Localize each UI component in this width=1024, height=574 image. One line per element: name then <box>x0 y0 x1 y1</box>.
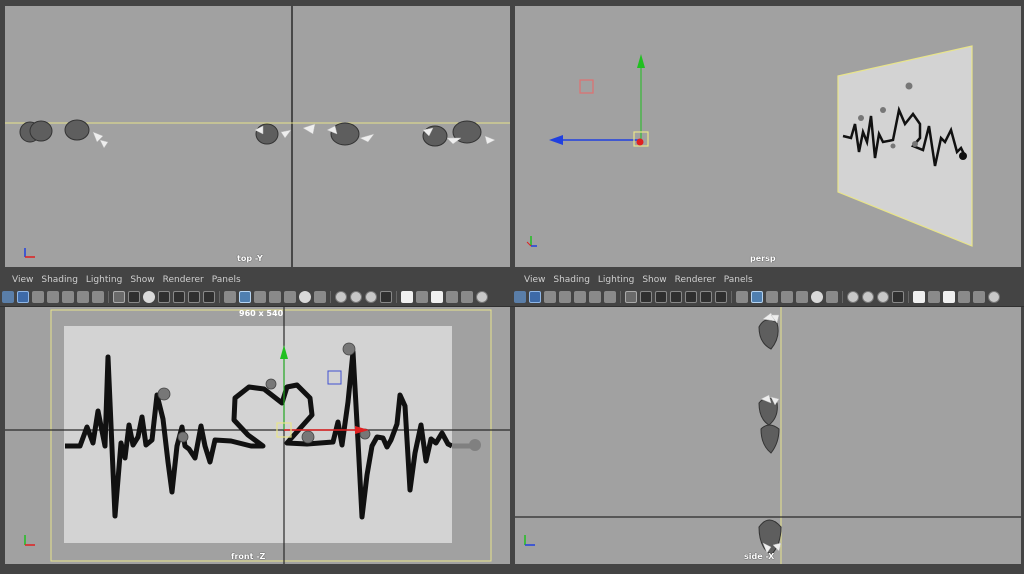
viewport-front-canvas <box>5 307 510 564</box>
bookmark-icon[interactable] <box>47 291 59 303</box>
viewport-side-canvas <box>515 307 1021 564</box>
texture-icon[interactable] <box>284 291 296 303</box>
menu-show[interactable]: Show <box>642 275 674 285</box>
film-gate-icon[interactable] <box>128 291 140 303</box>
safe-area-icon[interactable] <box>715 291 727 303</box>
viewport-label: side -X <box>744 552 775 561</box>
viewport-top[interactable]: top -Y <box>5 6 510 267</box>
menu-panels[interactable]: Panels <box>212 275 249 285</box>
grid-icon[interactable] <box>625 291 637 303</box>
safe-action-icon[interactable] <box>589 291 601 303</box>
xray-joints-icon[interactable] <box>416 291 428 303</box>
camera-attributes-icon[interactable] <box>62 291 74 303</box>
shadow-icon[interactable] <box>314 291 326 303</box>
anti-alias-icon[interactable] <box>365 291 377 303</box>
menu-lighting[interactable]: Lighting <box>86 275 130 285</box>
axis-gizmo <box>24 248 35 258</box>
viewport-persp[interactable]: persp <box>515 6 1021 267</box>
color-management-icon[interactable] <box>988 291 1000 303</box>
gamma-icon[interactable] <box>958 291 970 303</box>
axis-gizmo <box>526 236 537 247</box>
ambient-occlusion-icon[interactable] <box>335 291 347 303</box>
safe-action-icon[interactable] <box>77 291 89 303</box>
menu-show[interactable]: Show <box>130 275 162 285</box>
pan-zoom-icon[interactable] <box>92 291 104 303</box>
camera-icon[interactable] <box>2 291 14 303</box>
field-chart-icon[interactable] <box>173 291 185 303</box>
exposure-icon[interactable] <box>461 291 473 303</box>
viewport-label: front -Z <box>231 552 266 561</box>
viewport-side[interactable]: side -X <box>515 307 1021 564</box>
exposure-icon[interactable] <box>973 291 985 303</box>
resolution-gate-icon[interactable] <box>655 291 667 303</box>
film-gate-icon[interactable] <box>640 291 652 303</box>
ambient-occlusion-icon[interactable] <box>847 291 859 303</box>
wireframe-icon[interactable] <box>224 291 236 303</box>
wireframe-on-shaded-icon[interactable] <box>766 291 778 303</box>
camera-select-icon[interactable] <box>529 291 541 303</box>
lighting-icon[interactable] <box>811 291 823 303</box>
motion-blur-icon[interactable] <box>350 291 362 303</box>
smooth-shade-icon[interactable] <box>239 291 251 303</box>
xray-components-icon[interactable] <box>943 291 955 303</box>
isolate-icon[interactable] <box>913 291 925 303</box>
motion-blur-icon[interactable] <box>862 291 874 303</box>
resolution-gate-icon[interactable] <box>143 291 155 303</box>
viewport-top-canvas <box>5 6 510 267</box>
viewport-front[interactable]: 960 x 540 front -Z <box>5 307 510 564</box>
camera-attributes-icon[interactable] <box>574 291 586 303</box>
camera-select-icon[interactable] <box>17 291 29 303</box>
gate-mask-icon[interactable] <box>158 291 170 303</box>
shadow-icon[interactable] <box>826 291 838 303</box>
xray-icon[interactable] <box>269 291 281 303</box>
color-management-icon[interactable] <box>476 291 488 303</box>
wireframe-on-shaded-icon[interactable] <box>254 291 266 303</box>
safe-title-icon[interactable] <box>700 291 712 303</box>
axis-gizmo <box>524 535 535 546</box>
field-chart-icon[interactable] <box>685 291 697 303</box>
menu-renderer[interactable]: Renderer <box>675 275 724 285</box>
isolate-icon[interactable] <box>401 291 413 303</box>
viewport-label: persp <box>750 254 776 263</box>
safe-title-icon[interactable] <box>188 291 200 303</box>
menu-renderer[interactable]: Renderer <box>163 275 212 285</box>
lighting-icon[interactable] <box>299 291 311 303</box>
xray-icon[interactable] <box>781 291 793 303</box>
viewport-persp-canvas <box>526 45 973 247</box>
texture-icon[interactable] <box>796 291 808 303</box>
panel-menubar: View Shading Lighting Show Renderer Pane… <box>512 272 1024 288</box>
panel-toolbar <box>512 288 1024 307</box>
smooth-shade-icon[interactable] <box>751 291 763 303</box>
flower-model <box>19 119 482 147</box>
gate-mask-icon[interactable] <box>670 291 682 303</box>
pan-zoom-icon[interactable] <box>604 291 616 303</box>
menu-view[interactable]: View <box>512 275 553 285</box>
manipulator-plane-handle <box>579 79 594 94</box>
xray-components-icon[interactable] <box>431 291 443 303</box>
grid-icon[interactable] <box>113 291 125 303</box>
gamma-icon[interactable] <box>446 291 458 303</box>
viewport-label: top -Y <box>237 254 263 263</box>
xray-joints-icon[interactable] <box>928 291 940 303</box>
camera-pivot <box>636 138 644 146</box>
flower-model <box>758 319 782 556</box>
image-plane-icon[interactable] <box>32 291 44 303</box>
menu-shading[interactable]: Shading <box>41 275 86 285</box>
panel-menubar: View Shading Lighting Show Renderer Pane… <box>0 272 512 288</box>
bookmark-icon[interactable] <box>559 291 571 303</box>
menu-view[interactable]: View <box>0 275 41 285</box>
depth-of-field-icon[interactable] <box>380 291 392 303</box>
panel-toolbar <box>0 288 514 307</box>
safe-area-icon[interactable] <box>203 291 215 303</box>
axis-gizmo <box>24 535 35 546</box>
menu-lighting[interactable]: Lighting <box>598 275 642 285</box>
resolution-label: 960 x 540 <box>239 309 284 318</box>
image-plane-icon[interactable] <box>544 291 556 303</box>
depth-of-field-icon[interactable] <box>892 291 904 303</box>
camera-icon[interactable] <box>514 291 526 303</box>
menu-panels[interactable]: Panels <box>724 275 761 285</box>
menu-shading[interactable]: Shading <box>553 275 598 285</box>
anti-alias-icon[interactable] <box>877 291 889 303</box>
wireframe-icon[interactable] <box>736 291 748 303</box>
